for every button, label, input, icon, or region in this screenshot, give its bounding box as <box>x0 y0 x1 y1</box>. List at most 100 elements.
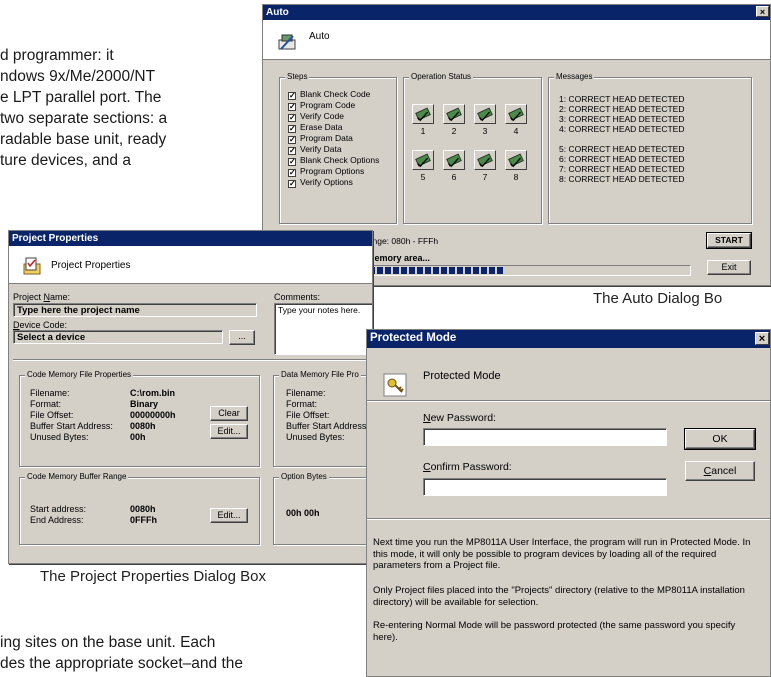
progress-segment <box>401 267 407 274</box>
key-icon <box>383 373 407 397</box>
chip-status-icon <box>505 150 527 170</box>
code-buffer-range-group: Code Memory Buffer Range Start address: … <box>19 472 260 545</box>
project-folder-icon <box>23 257 41 275</box>
option-bytes-label: Option Bytes <box>279 472 329 481</box>
progress-segment <box>449 267 455 274</box>
step-check-3[interactable]: ✓ Erase Data <box>288 122 343 133</box>
comments-field[interactable]: Type your notes here. <box>274 303 372 355</box>
start-address-label: Start address: <box>30 504 87 514</box>
auto-close-button[interactable]: × <box>756 6 769 17</box>
clear-button[interactable]: Clear <box>210 406 248 421</box>
auto-header-label: Auto <box>309 31 330 42</box>
end-address-value: 0FFFh <box>130 515 157 525</box>
steps-group: Steps ✓ Blank Check Code ✓ Program Code ✓ V… <box>279 72 397 224</box>
project-name-field[interactable]: Type here the project name <box>13 303 257 317</box>
end-address-label: End Address: <box>30 515 84 525</box>
code-filename-value: C:\rom.bin <box>130 388 175 398</box>
code-edit-button[interactable]: Edit... <box>210 424 248 439</box>
protected-header-separator <box>367 400 770 402</box>
progress-segment <box>433 267 439 274</box>
protected-info-3: Re-entering Normal Mode will be password… <box>373 620 736 643</box>
protected-title-bar: Protected Mode × <box>367 330 770 348</box>
step-check-1[interactable]: ✓ Program Code <box>288 100 355 111</box>
code-start-label: Buffer Start Address: <box>30 421 113 431</box>
auto-title: Auto <box>266 7 289 18</box>
project-name-label: Project Name: <box>13 292 71 302</box>
confirm-password-field[interactable] <box>423 478 667 496</box>
step-check-0[interactable]: ✓ Blank Check Code <box>288 89 370 100</box>
step-check-4[interactable]: ✓ Program Data <box>288 133 353 144</box>
chip-status-icon <box>505 104 527 124</box>
protected-header-label: Protected Mode <box>423 370 501 382</box>
chip-status-icon <box>474 104 496 124</box>
confirm-password-label: Confirm Password: <box>423 461 512 473</box>
step-check-5[interactable]: ✓ Verify Data <box>288 144 342 155</box>
progress-segment <box>481 267 487 274</box>
progress-segment <box>465 267 471 274</box>
new-password-field[interactable] <box>423 428 667 446</box>
operation-status-label: Operation Status <box>409 72 474 81</box>
project-separator <box>13 359 372 361</box>
project-header-label: Project Properties <box>51 260 131 271</box>
start-address-value: 0080h <box>130 504 156 514</box>
project-properties-dialog: Project Properties Project Properties Pr… <box>8 230 373 564</box>
option-bytes-value: 00h 00h <box>286 508 320 518</box>
chip-number: 2 <box>451 126 457 136</box>
data-start-label: Buffer Start Address <box>286 421 367 431</box>
auto-caption: The Auto Dialog Bo <box>593 290 723 307</box>
ok-button[interactable]: OK <box>684 428 756 450</box>
step-check-6[interactable]: ✓ Blank Check Options <box>288 155 379 166</box>
buffer-edit-button[interactable]: Edit... <box>210 508 248 523</box>
message-line: 8: CORRECT HEAD DETECTED <box>559 174 685 184</box>
code-filename-label: Filename: <box>30 388 70 398</box>
project-header: Project Properties <box>9 246 372 284</box>
progress-segment <box>385 267 391 274</box>
exit-button[interactable]: Exit <box>707 260 751 275</box>
data-format-label: Format: <box>286 399 318 409</box>
chip-status-icon <box>474 150 496 170</box>
progress-segment <box>393 267 399 274</box>
code-offset-value: 00000000h <box>130 410 176 420</box>
progress-segment <box>457 267 463 274</box>
messages-group: Messages 1: CORRECT HEAD DETECTED 2: COR… <box>548 72 752 224</box>
step-check-7[interactable]: ✓ Program Options <box>288 166 364 177</box>
chip-status-icon <box>412 104 434 124</box>
progress-segment <box>417 267 423 274</box>
chip-number: 6 <box>451 172 457 182</box>
new-password-label: New Password: <box>423 412 496 424</box>
code-memory-file-label: Code Memory File Properties <box>25 370 134 379</box>
auto-header: Auto <box>263 20 770 60</box>
protected-title: Protected Mode <box>370 332 457 344</box>
progress-segment <box>497 267 503 274</box>
data-filename-label: Filename: <box>286 388 326 398</box>
device-browse-button[interactable]: ... <box>229 330 255 345</box>
step-check-2[interactable]: ✓ Verify Code <box>288 111 344 122</box>
device-code-field[interactable]: Select a device <box>13 330 223 344</box>
background-paragraph-bottom: ing sites on the base unit. Each des the… <box>0 634 244 672</box>
progress-segment <box>473 267 479 274</box>
chip-number: 1 <box>420 126 426 136</box>
operation-status-group: Operation Status 1 2 3 4 5 6 7 8 <box>403 72 542 224</box>
background-paragraph-top: d programmer: it ndows 9x/Me/2000/NT e L… <box>0 47 168 169</box>
cancel-button[interactable]: Cancel <box>685 461 755 481</box>
step-check-8[interactable]: ✓ Verify Options <box>288 177 353 188</box>
start-button[interactable]: START <box>706 232 752 249</box>
messages-label: Messages <box>554 72 595 81</box>
project-caption: The Project Properties Dialog Box <box>40 568 266 585</box>
code-offset-label: File Offset: <box>30 410 74 420</box>
data-memory-file-label: Data Memory File Pro <box>279 370 361 379</box>
code-unused-value: 00h <box>130 432 146 442</box>
chip-status-icon <box>443 104 465 124</box>
message-line: 2: CORRECT HEAD DETECTED <box>559 104 685 114</box>
chip-status-icon <box>443 150 465 170</box>
code-format-label: Format: <box>30 399 62 409</box>
message-line: 3: CORRECT HEAD DETECTED <box>559 114 685 124</box>
protected-close-button[interactable]: × <box>755 332 769 345</box>
protected-info-1: Next time you run the MP8011A User Inter… <box>373 537 751 571</box>
protected-body-separator <box>367 518 770 520</box>
code-unused-label: Unused Bytes: <box>30 432 89 442</box>
project-title: Project Properties <box>12 233 99 244</box>
data-offset-label: File Offset: <box>286 410 330 420</box>
message-line: 1: CORRECT HEAD DETECTED <box>559 94 685 104</box>
device-code-label: Device Code: <box>13 320 68 330</box>
